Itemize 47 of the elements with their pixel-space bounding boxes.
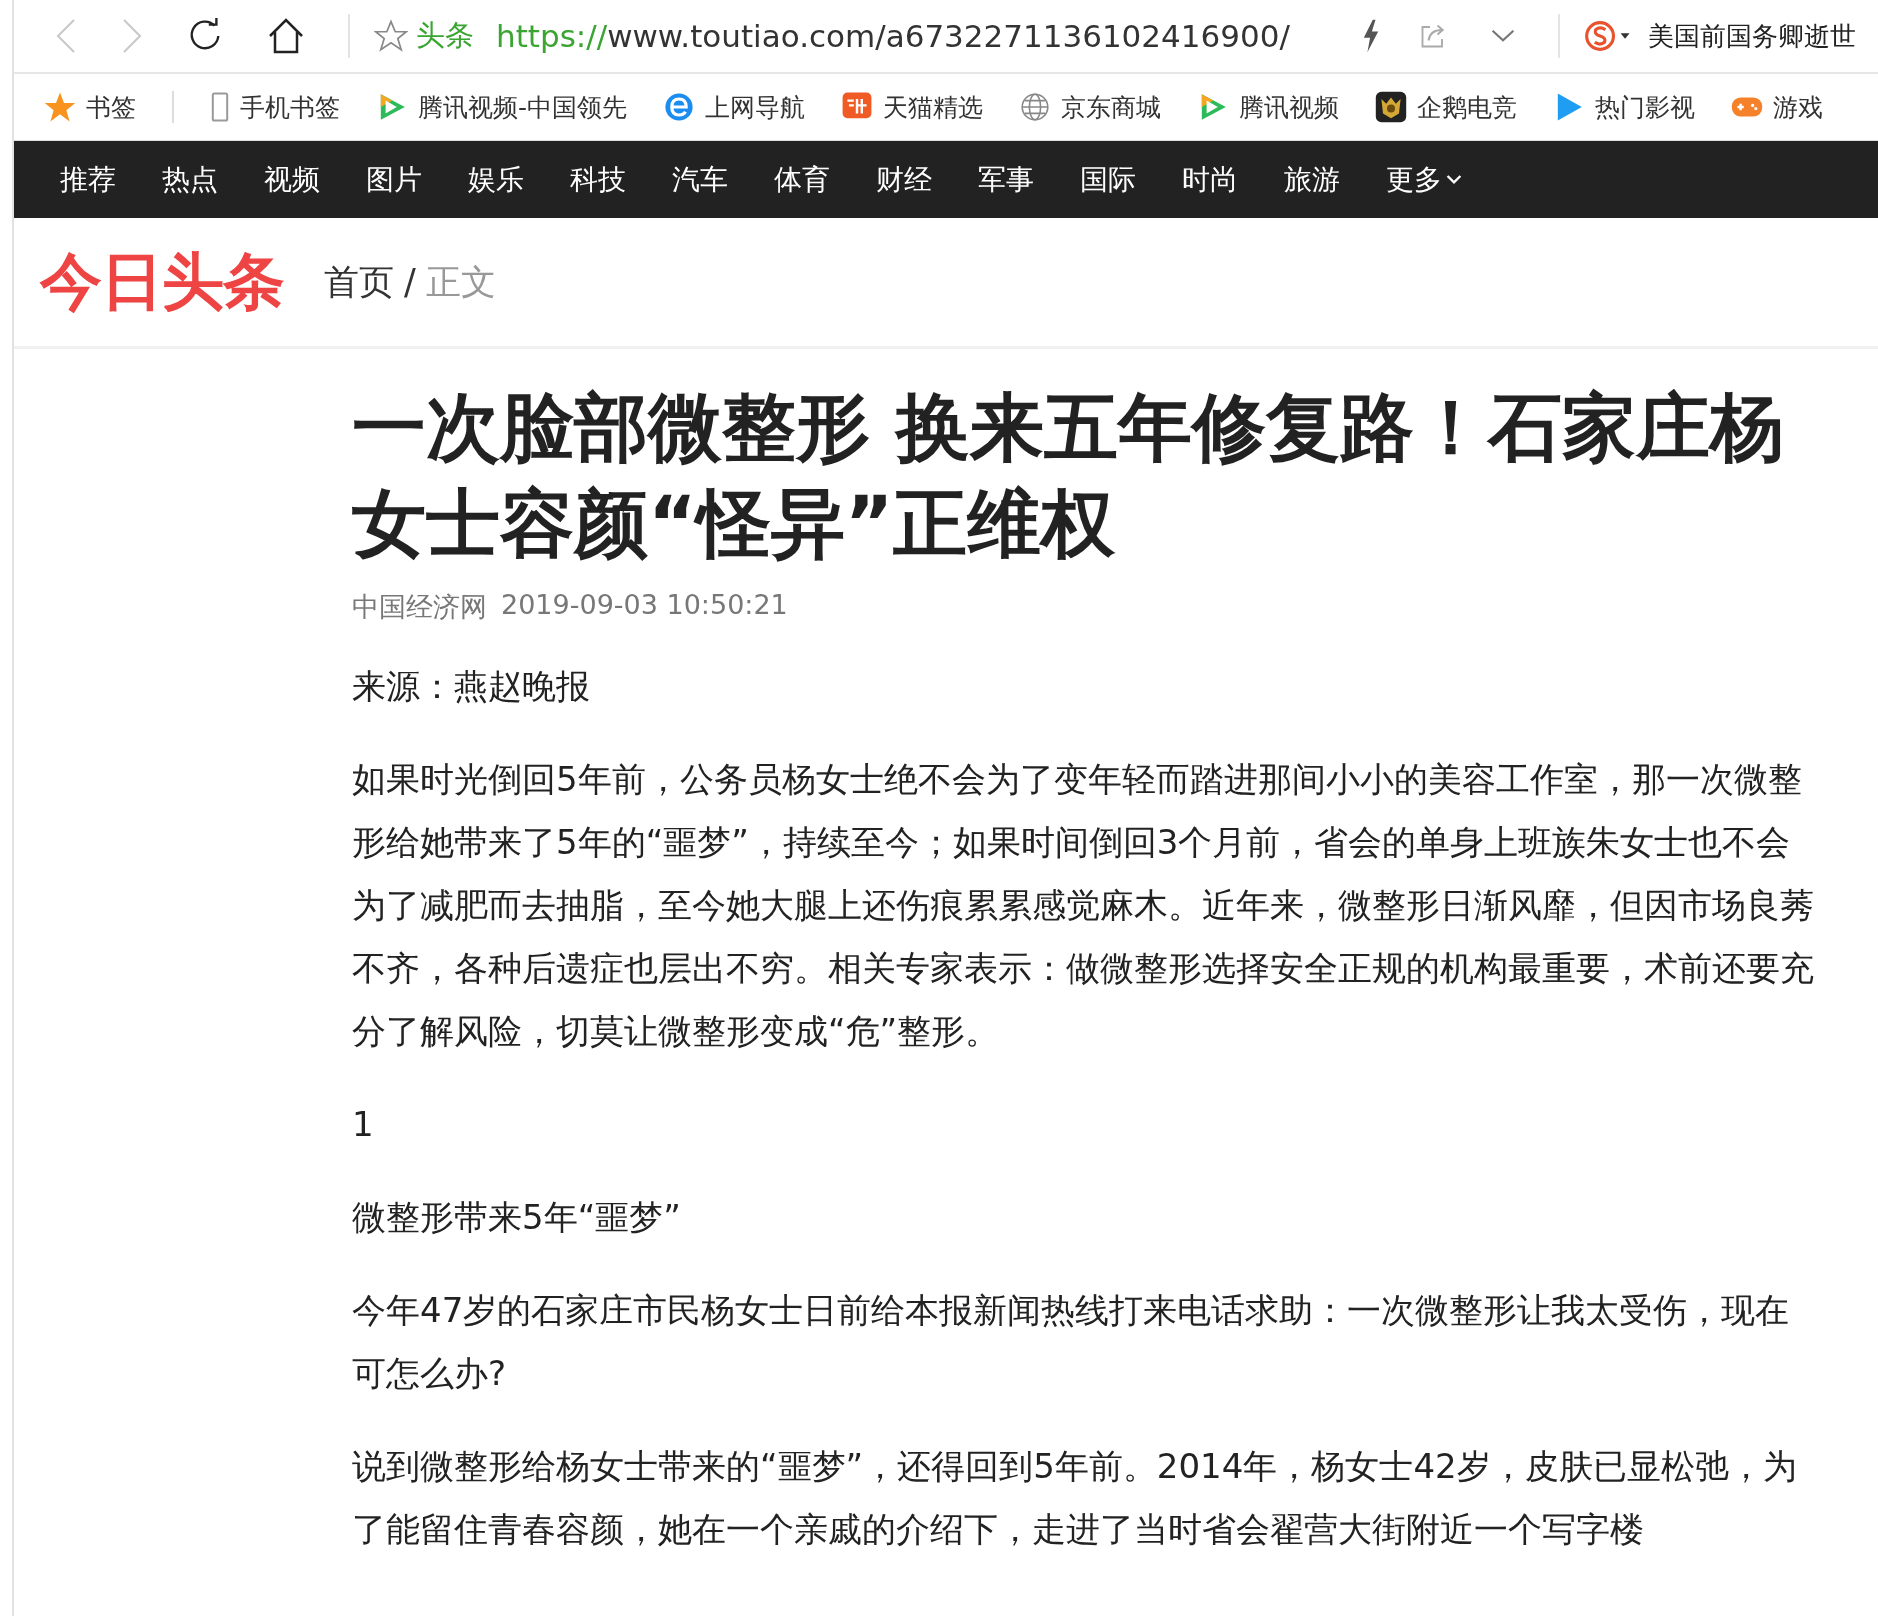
address-bar-url[interactable]: https://www.toutiao.com/a6732271136102416900/ bbox=[496, 18, 1290, 54]
star-outline-icon[interactable] bbox=[374, 19, 408, 53]
bookmark-item[interactable]: 腾讯视频-中国领先 bbox=[376, 90, 628, 124]
article-paragraph: 微整形带来5年“噩梦” bbox=[352, 1196, 682, 1239]
search-text[interactable]: 美国前国务卿逝世 bbox=[1647, 18, 1856, 54]
bookmark-item[interactable]: 书签 bbox=[44, 90, 136, 124]
chevron-down-icon bbox=[1446, 173, 1462, 186]
nav-link[interactable]: 视频 bbox=[264, 160, 320, 199]
more-menu[interactable]: 更多 bbox=[1386, 160, 1462, 199]
article-source[interactable]: 中国经济网 bbox=[352, 589, 487, 625]
nav-link[interactable]: 图片 bbox=[366, 160, 422, 199]
article-paragraph: 来源：燕赵晚报 bbox=[352, 665, 591, 708]
nav-link[interactable]: 时尚 bbox=[1182, 160, 1238, 199]
star-icon bbox=[44, 91, 76, 123]
nav-link[interactable]: 体育 bbox=[774, 160, 830, 199]
site-logo[interactable]: 今日头条 bbox=[40, 240, 284, 324]
phone-icon bbox=[210, 91, 230, 123]
bookmark-item[interactable]: 企鹅电竞 bbox=[1375, 90, 1518, 124]
bookmark-item[interactable]: 手机书签 bbox=[210, 90, 340, 124]
nav-link[interactable]: 财经 bbox=[876, 160, 932, 199]
nav-link[interactable]: 娱乐 bbox=[468, 160, 524, 199]
article-paragraph: 说到微整形给杨女士带来的“噩梦”，还得回到5年前。2014年，杨女士42岁，皮肤已显松弛，为了能留住青春容颜，她在一个亲戚的介绍下，走进了当时省会翟营大街附近一个写字楼 bbox=[352, 1445, 1798, 1551]
bookmark-item[interactable]: 热门影视 bbox=[1553, 90, 1696, 124]
publish-time: 2019-09-03 10:50:21 bbox=[501, 589, 788, 622]
bookmark-item[interactable]: 上网导航 bbox=[663, 90, 806, 124]
article-paragraph: 今年47岁的石家庄市民杨女士日前给本报新闻热线打来电话求助：一次微整形让我太受伤，现在可怎么办? bbox=[352, 1289, 1791, 1395]
nav-link[interactable]: 汽车 bbox=[672, 160, 728, 199]
nav-link[interactable]: 军事 bbox=[978, 160, 1034, 199]
article-paragraph: 如果时光倒回5年前，公务员杨女士绝不会为了变年轻而踏进那间小小的美容工作室，那一次微整形给她带来了5年的“噩梦”，持续至今；如果时间倒回3个月前，省会的单身上班族朱女士也不会为了减肥而去抽脂，至今她大腿上还伤痕累累感觉麻木。近年来，微整形日渐风靡，但因市场良莠不齐，各种后遗症也层出不穷。相关专家表示：做微整形选择安全正规的机构最重要，术前还要充分了解风险，切莫让微整形变成“危”整形。 bbox=[352, 758, 1815, 1053]
nav-link[interactable]: 科技 bbox=[570, 160, 626, 199]
gamepad-icon bbox=[1731, 95, 1764, 119]
nav-link[interactable]: 热点 bbox=[162, 160, 218, 199]
browser-e-icon bbox=[663, 91, 696, 123]
bookmark-item[interactable]: 天猫精选 bbox=[841, 90, 984, 124]
nav-link[interactable]: 旅游 bbox=[1284, 160, 1340, 199]
nav-link[interactable]: 国际 bbox=[1080, 160, 1136, 199]
breadcrumb-separator: / bbox=[404, 262, 416, 302]
globe-icon bbox=[1019, 91, 1052, 123]
article-paragraph: 1 bbox=[352, 1103, 375, 1146]
bookmark-item[interactable]: 游戏 bbox=[1731, 90, 1824, 124]
bookmark-item[interactable]: 腾讯视频 bbox=[1197, 90, 1340, 124]
nav-link[interactable]: 推荐 bbox=[60, 160, 116, 199]
article-title: 一次脸部微整形 换来五年修复路！石家庄杨女士容颜“怪异”正维权 bbox=[352, 383, 1785, 568]
game-badge-icon bbox=[1375, 91, 1408, 123]
bookmark-item[interactable]: 京东商城 bbox=[1019, 90, 1162, 124]
breadcrumb-link[interactable]: 首页 bbox=[324, 258, 394, 306]
site-label: 头条 bbox=[416, 17, 474, 54]
